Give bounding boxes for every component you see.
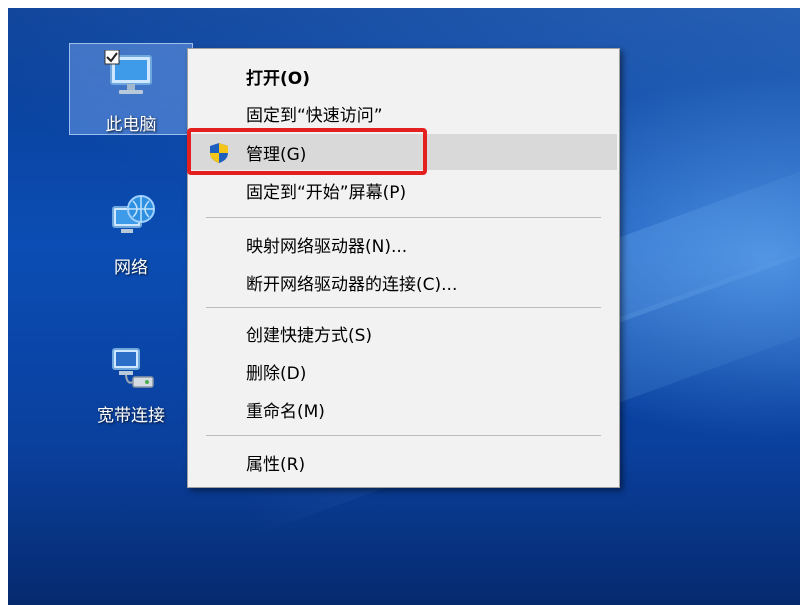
desktop-icon-label: 宽带连接 [97, 406, 165, 426]
menu-item-label: 打开(O) [246, 68, 310, 89]
desktop-icon-label: 网络 [114, 258, 148, 278]
menu-item-delete[interactable]: 删除(D) [190, 353, 617, 389]
menu-item-label: 固定到“开始”屏幕(P) [246, 182, 407, 203]
network-icon [103, 193, 159, 247]
menu-item-rename[interactable]: 重命名(M) [190, 391, 617, 427]
menu-item-create-shortcut[interactable]: 创建快捷方式(S) [190, 315, 617, 351]
menu-item-label: 映射网络驱动器(N)... [246, 236, 408, 257]
menu-item-label: 重命名(M) [246, 401, 325, 422]
menu-item-label: 属性(R) [246, 454, 306, 475]
menu-item-label: 固定到“快速访问” [246, 105, 383, 126]
menu-separator [206, 217, 601, 218]
menu-item-map-network-drive[interactable]: 映射网络驱动器(N)... [190, 226, 617, 262]
menu-item-properties[interactable]: 属性(R) [190, 444, 617, 480]
desktop-icon-network[interactable]: 网络 [69, 187, 193, 279]
broadband-connection-icon [103, 341, 159, 395]
menu-item-disconnect-network-drive[interactable]: 断开网络驱动器的连接(C)... [190, 264, 617, 300]
menu-separator [206, 435, 601, 436]
menu-item-label: 创建快捷方式(S) [246, 325, 373, 346]
context-menu: 打开(O) 固定到“快速访问” 管理(G) 固定到“开始”屏幕(P) 映射网络驱… [187, 48, 620, 488]
menu-item-label: 断开网络驱动器的连接(C)... [246, 274, 458, 295]
desktop-icon-broadband[interactable]: 宽带连接 [69, 335, 193, 427]
desktop-icon-this-pc[interactable]: 此电脑 [69, 43, 193, 135]
menu-separator [206, 307, 601, 308]
desktop-icon-label: 此电脑 [105, 115, 157, 135]
computer-icon [103, 49, 159, 104]
menu-item-open[interactable]: 打开(O) [190, 58, 617, 94]
menu-item-pin-quick-access[interactable]: 固定到“快速访问” [190, 95, 617, 131]
menu-item-pin-start[interactable]: 固定到“开始”屏幕(P) [190, 172, 617, 208]
annotation-highlight-box [187, 128, 427, 175]
menu-item-label: 删除(D) [246, 363, 307, 384]
